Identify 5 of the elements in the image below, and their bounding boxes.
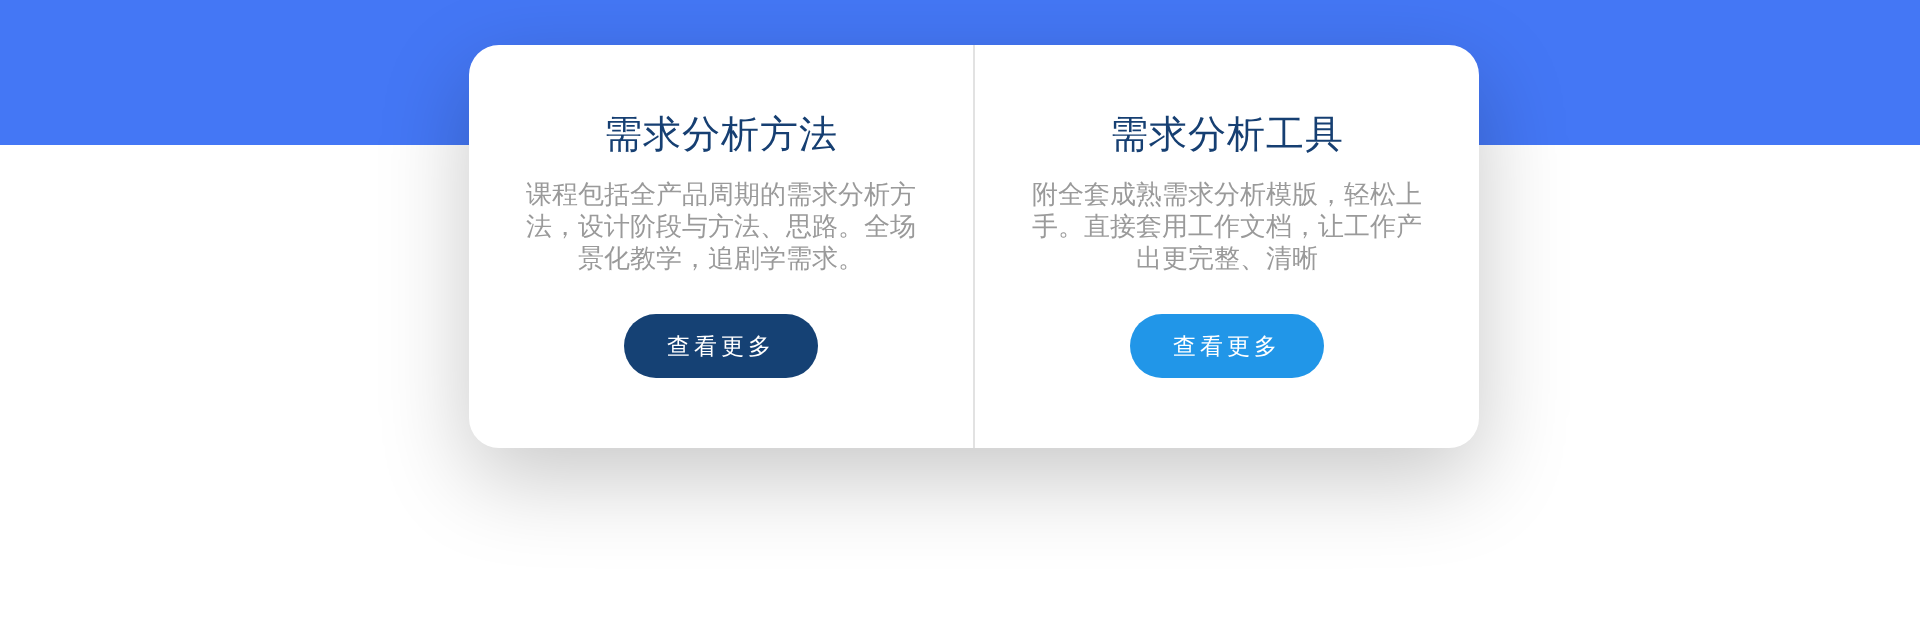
card-description: 附全套成熟需求分析模版，轻松上手。直接套用工作文档，让工作产出更完整、清晰 [1032,178,1422,274]
card-description: 课程包括全产品周期的需求分析方法，设计阶段与方法、思路。全场景化教学，追剧学需求。 [526,178,916,274]
card-title: 需求分析工具 [1110,111,1344,158]
card-title: 需求分析方法 [604,111,838,158]
view-more-button[interactable]: 查看更多 [624,314,818,378]
